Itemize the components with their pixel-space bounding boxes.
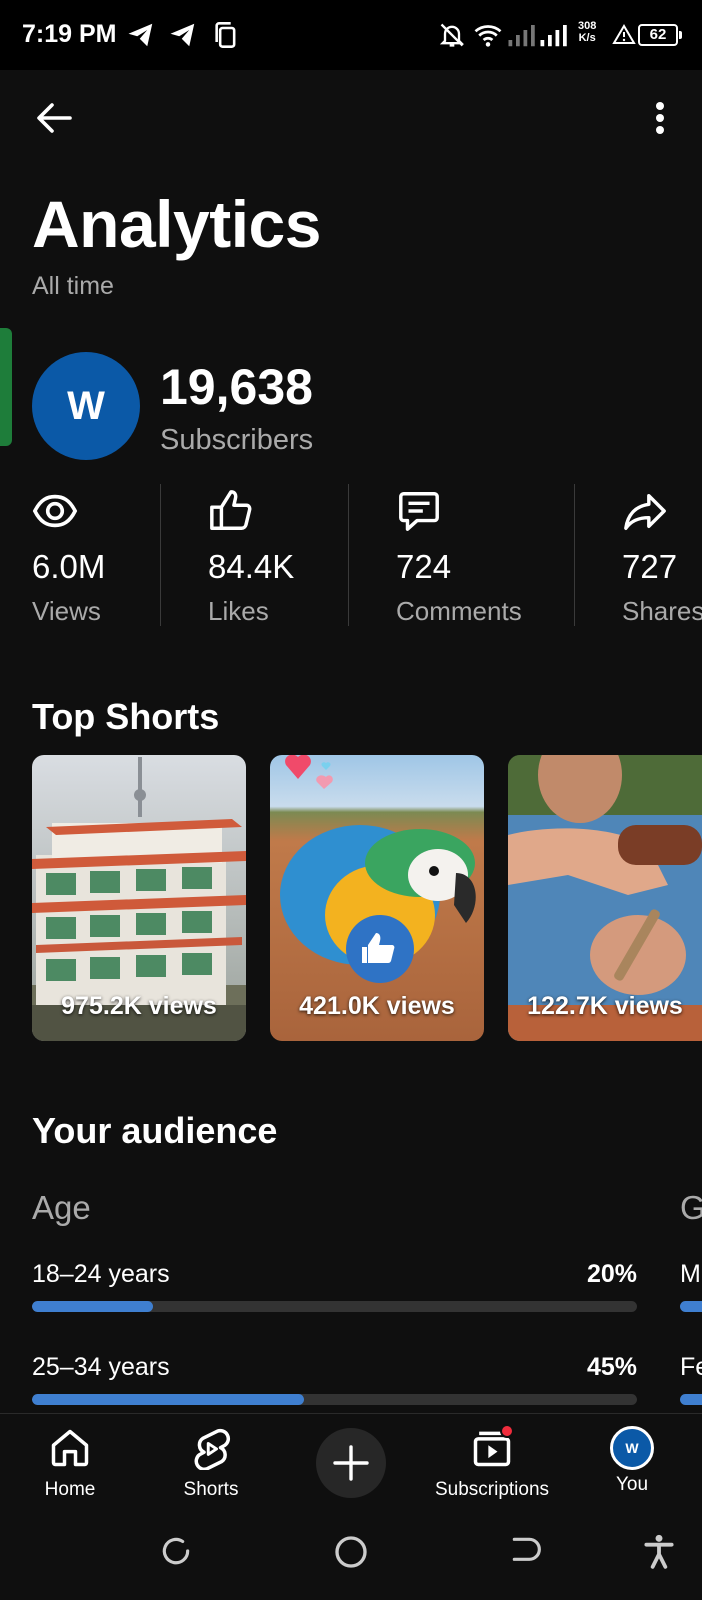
signal-icon [508, 25, 535, 47]
stat-label: Comments [396, 596, 522, 626]
nav-home[interactable]: Home [36, 1426, 104, 1501]
top-shorts-heading: Top Shorts [32, 696, 220, 737]
nav-shorts[interactable]: Shorts [176, 1426, 246, 1501]
warning-icon [612, 24, 636, 44]
stat-value: 84.4K [208, 548, 295, 585]
stat-comments: 724 Comments [396, 488, 522, 626]
short-thumbnail[interactable]: 421.0K views [270, 755, 484, 1041]
avatar: W [610, 1426, 654, 1470]
age-range-label: 25–34 years [32, 1353, 170, 1381]
back-gesture-icon[interactable] [506, 1531, 546, 1571]
subscriber-count: 19,638 [160, 359, 313, 415]
battery-level: 62 [649, 26, 667, 43]
channel-avatar: W [32, 352, 140, 460]
home-circle-icon[interactable] [330, 1531, 372, 1573]
short-view-count: 122.7K views [527, 992, 683, 1020]
more-options-icon[interactable] [640, 94, 680, 142]
network-speed-unit: K/s [578, 32, 596, 44]
audience-heading: Your audience [32, 1110, 278, 1151]
eye-icon [32, 494, 78, 528]
stat-views: 6.0M Views [32, 488, 105, 626]
stat-label: Views [32, 596, 101, 626]
age-heading: Age [32, 1189, 91, 1226]
nav-label: Home [44, 1479, 96, 1500]
copy-icon [215, 22, 236, 48]
nav-label: You [615, 1474, 649, 1495]
home-icon [51, 1429, 89, 1467]
comment-icon [399, 492, 439, 531]
stat-divider [574, 484, 575, 626]
bottom-navigation: Home Shorts Subscriptions W You [0, 1413, 702, 1509]
telegram-icon [170, 23, 195, 47]
notification-dot [500, 1424, 514, 1438]
short-thumbnail[interactable]: 975.2K views [32, 755, 246, 1041]
stat-divider [160, 484, 161, 626]
thumbs-up-icon [210, 490, 252, 530]
stat-divider [348, 484, 349, 626]
network-speed: 308 K/s [578, 20, 596, 44]
stat-likes: 84.4K Likes [208, 488, 294, 626]
nav-label: Subscriptions [434, 1479, 550, 1500]
battery-icon: 62 [638, 24, 682, 46]
network-speed-value: 308 [578, 20, 597, 32]
age-range-label: 18–24 years [32, 1260, 170, 1288]
stat-value: 6.0M [32, 548, 106, 585]
create-button[interactable] [316, 1428, 386, 1498]
age-bar-fill [32, 1394, 305, 1405]
wifi-icon [474, 25, 502, 47]
shorts-icon [194, 1428, 231, 1471]
stat-label: Likes [208, 596, 269, 626]
age-range-percent: 45% [586, 1353, 637, 1381]
gender-bar [680, 1301, 702, 1312]
stat-shares: 727 Shares [622, 488, 702, 626]
gender-bar [680, 1394, 702, 1405]
gender-label: M [680, 1260, 701, 1288]
back-arrow-icon[interactable] [30, 94, 78, 142]
gender-heading: G [680, 1189, 702, 1226]
age-range-percent: 20% [586, 1260, 637, 1288]
short-thumbnail[interactable]: 122.7K views [508, 755, 702, 1041]
age-bar-track [32, 1301, 637, 1312]
share-icon [624, 493, 666, 530]
short-view-count: 421.0K views [299, 992, 455, 1020]
age-bar-fill [32, 1301, 153, 1312]
gender-label: Fe [680, 1353, 702, 1381]
age-bar-track [32, 1394, 637, 1405]
bell-off-icon [439, 23, 465, 47]
status-time: 7:19 PM [22, 20, 117, 48]
stat-label: Shares [622, 596, 702, 626]
nav-label: Shorts [183, 1479, 239, 1500]
stat-value: 727 [622, 548, 678, 585]
system-navigation-bar [0, 1509, 702, 1600]
edge-handle[interactable] [0, 328, 12, 446]
subscriber-label: Subscribers [160, 424, 314, 456]
nav-you[interactable]: W You [608, 1426, 656, 1496]
page-title: Analytics [32, 187, 321, 261]
date-range-label: All time [32, 272, 114, 300]
recents-icon[interactable] [156, 1531, 196, 1571]
nav-subscriptions[interactable]: Subscriptions [430, 1424, 554, 1501]
telegram-icon [128, 23, 153, 47]
status-bar: 7:19 PM 308 K/s 62 [0, 0, 702, 70]
signal-icon [540, 25, 567, 47]
accessibility-icon[interactable] [640, 1531, 678, 1571]
plus-icon [333, 1445, 369, 1481]
stat-value: 724 [396, 548, 452, 585]
short-view-count: 975.2K views [61, 992, 217, 1020]
